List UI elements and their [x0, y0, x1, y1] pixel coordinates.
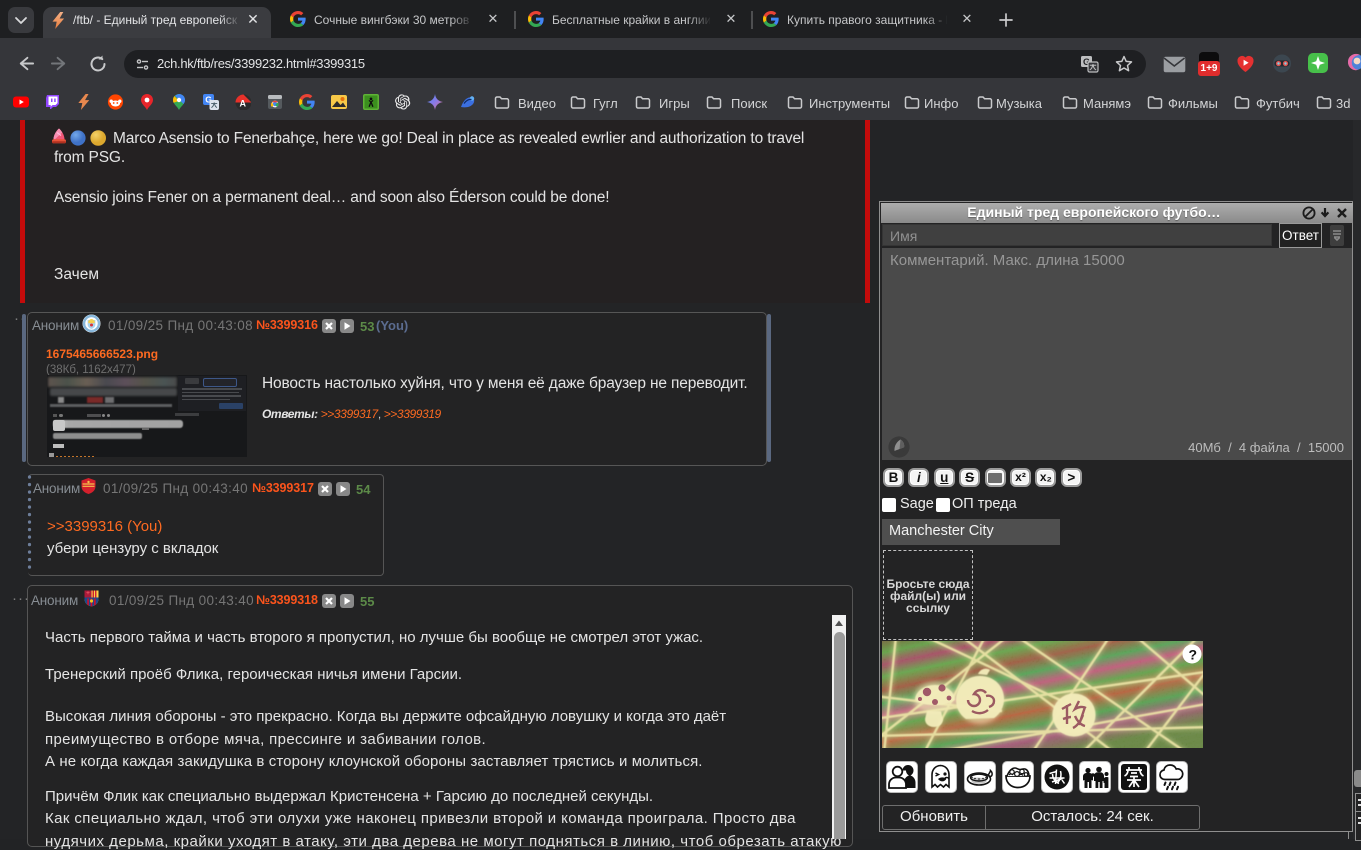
- svg-text:?: ?: [1189, 647, 1198, 663]
- svg-text:А: А: [240, 99, 247, 109]
